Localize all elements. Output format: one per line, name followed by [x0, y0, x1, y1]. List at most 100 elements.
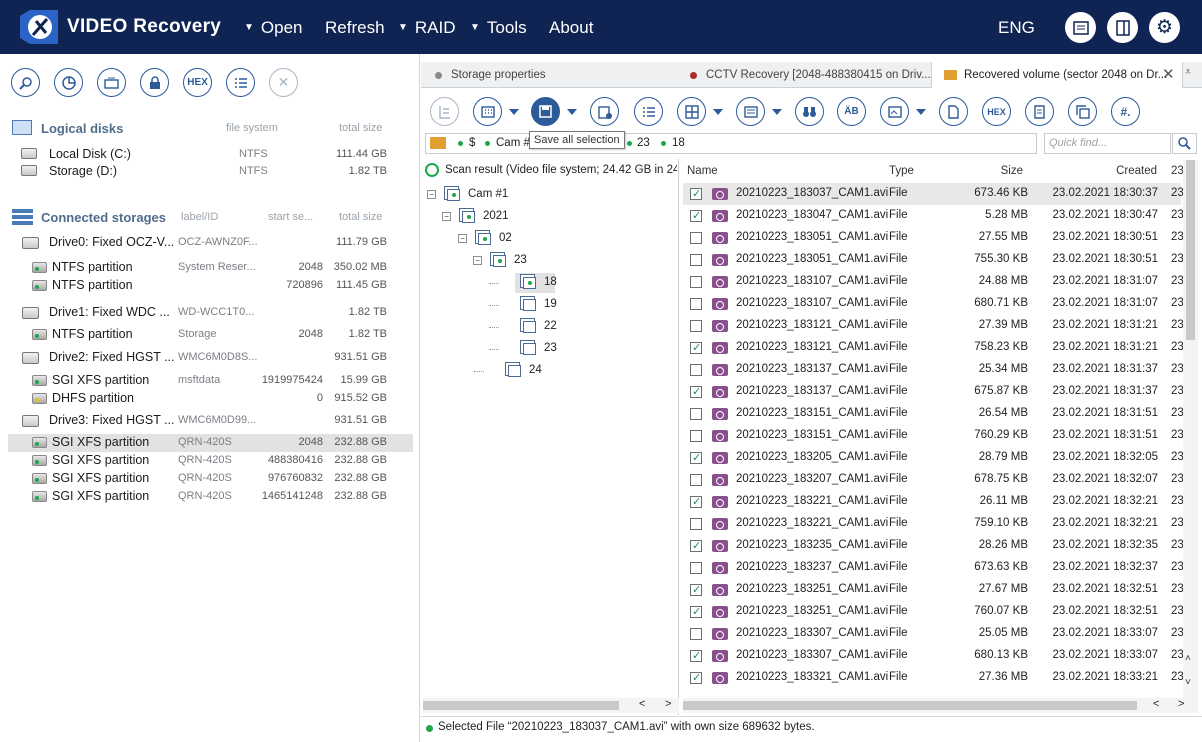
column-name[interactable]: Name	[687, 165, 718, 177]
collapse-icon[interactable]: −	[442, 212, 451, 221]
row-checkbox[interactable]	[690, 495, 702, 508]
row-checkbox[interactable]	[690, 276, 702, 288]
row-checkbox[interactable]	[690, 341, 702, 354]
columns-button[interactable]	[677, 97, 706, 126]
menu-raid[interactable]: ▼ RAID	[398, 18, 456, 38]
column-type[interactable]: Type	[889, 165, 914, 177]
file-row[interactable]: 20210223_183307_CAM1.avi File 25.05 MB 23.0…	[683, 623, 1184, 645]
panel-toggle-button[interactable]	[1107, 12, 1138, 43]
partition-row[interactable]: NTFS partition Storage 2048 1.82 TB	[8, 326, 413, 344]
save-to-button[interactable]	[590, 97, 619, 126]
scroll-thumb[interactable]	[423, 701, 619, 710]
checklist-button[interactable]	[634, 97, 663, 126]
scroll-thumb[interactable]	[1186, 160, 1195, 340]
row-checkbox[interactable]	[690, 385, 702, 398]
scroll-up-icon[interactable]: ˄	[1185, 653, 1191, 664]
file-row[interactable]: 20210223_183121_CAM1.avi File 27.39 MB 23.0…	[683, 315, 1184, 337]
scroll-right-icon[interactable]: >	[665, 698, 671, 710]
close-storage-button[interactable]: ✕	[269, 68, 298, 97]
scroll-left-icon[interactable]: <	[1153, 698, 1159, 710]
close-tab-icon[interactable]: ✕	[1162, 62, 1175, 88]
scan-button[interactable]	[54, 68, 83, 97]
drive-row[interactable]: Drive0: Fixed OCZ-V... OCZ-AWNZ0F... 111.7…	[8, 234, 413, 252]
row-checkbox[interactable]	[690, 364, 702, 376]
file-row[interactable]: 20210223_183047_CAM1.aviFile 5.28 MB 23.02…	[683, 205, 1184, 227]
partition-row[interactable]: NTFS partition 720896 111.45 GB	[8, 277, 413, 295]
language-selector[interactable]: ENG	[998, 18, 1035, 38]
row-checkbox[interactable]	[690, 209, 702, 222]
tree-node[interactable]: − 2021	[421, 207, 677, 227]
up-level-button[interactable]	[430, 97, 459, 126]
row-checkbox[interactable]	[690, 649, 702, 662]
partition-row[interactable]: SGI XFS partition msftdata 1919975424 15.99…	[8, 372, 413, 390]
file-row[interactable]: 20210223_183051_CAM1.avi File 27.55 MB 23.0…	[683, 227, 1184, 249]
row-checkbox[interactable]	[690, 187, 702, 200]
file-row[interactable]: 20210223_183151_CAM1.avi File 26.54 MB 23.0…	[683, 403, 1184, 425]
collapse-icon[interactable]: −	[427, 190, 436, 199]
drive-row[interactable]: Drive1: Fixed WDC ... WD-WCC1T0... 1.82 TB	[8, 304, 413, 322]
list-view-button[interactable]	[736, 97, 765, 126]
menu-about[interactable]: About	[549, 18, 593, 38]
file-row[interactable]: 20210223_183307_CAM1.aviFile 680.13 KB 23.…	[683, 645, 1184, 667]
dropdown-arrow-icon[interactable]	[772, 109, 782, 115]
search-button[interactable]	[11, 68, 40, 97]
file-row[interactable]: 20210223_183221_CAM1.avi File 759.10 KB 23.…	[683, 513, 1184, 535]
copy-button[interactable]	[1068, 97, 1097, 126]
partition-row[interactable]: DHFS partition 0 915.52 GB	[8, 390, 413, 408]
dropdown-arrow-icon[interactable]	[916, 109, 926, 115]
row-checkbox[interactable]	[690, 408, 702, 420]
collapse-icon[interactable]: −	[458, 234, 467, 243]
tab-recovered-volume[interactable]: Recovered volume (sector 2048 on Dr... ✕	[931, 62, 1183, 88]
menu-refresh[interactable]: Refresh	[325, 18, 385, 38]
file-row[interactable]: 20210223_183251_CAM1.aviFile 760.07 KB 23.…	[683, 601, 1184, 623]
collapse-icon[interactable]: −	[473, 256, 482, 265]
tab-storage-properties[interactable]: Storage properties	[421, 62, 676, 88]
menu-open[interactable]: ▼ Open	[244, 18, 303, 38]
partition-row[interactable]: SGI XFS partition QRN-420S 976760832 232.88…	[8, 470, 413, 488]
breadcrumb-item[interactable]: 23	[637, 137, 650, 149]
tab-cctv-recovery[interactable]: CCTV Recovery [2048-488380415 on Driv...	[676, 62, 931, 88]
file-row[interactable]: 20210223_183037_CAM1.aviFile 673.46 KB 23.…	[683, 183, 1184, 205]
preview-button[interactable]	[880, 97, 909, 126]
drive-row[interactable]: Drive2: Fixed HGST ... WMC6M0D8S... 931.51…	[8, 349, 413, 367]
hash-button[interactable]: #.	[1111, 97, 1140, 126]
log-button[interactable]	[1065, 12, 1096, 43]
scroll-right-icon[interactable]: >	[1178, 698, 1184, 710]
row-checkbox[interactable]	[690, 539, 702, 552]
breadcrumb-item[interactable]: $	[469, 137, 475, 149]
tree-node[interactable]: 18	[421, 273, 677, 293]
hex-button[interactable]: HEX	[183, 68, 212, 97]
column-size[interactable]: Size	[983, 165, 1023, 177]
row-checkbox[interactable]	[690, 430, 702, 442]
dropdown-arrow-icon[interactable]	[713, 109, 723, 115]
file-row[interactable]: 20210223_183235_CAM1.aviFile 28.26 MB 23.0…	[683, 535, 1184, 557]
partition-row[interactable]: NTFS partition System Reser... 2048 350.02 …	[8, 259, 413, 277]
logical-disk-row[interactable]: Local Disk (C:) NTFS 111.44 GB	[12, 145, 412, 163]
tree-node[interactable]: 23	[421, 339, 677, 359]
tree-node[interactable]: − 23	[421, 251, 677, 271]
breadcrumb-item[interactable]: 18	[672, 137, 685, 149]
column-created[interactable]: Created	[1105, 165, 1157, 177]
row-checkbox[interactable]	[690, 232, 702, 244]
file-row[interactable]: 20210223_183151_CAM1.avi File 760.29 KB 23.…	[683, 425, 1184, 447]
drive-row[interactable]: Drive3: Fixed HGST ... WMC6M0D99... 931.51…	[8, 412, 413, 430]
image-button[interactable]	[97, 68, 126, 97]
file-row[interactable]: 20210223_183207_CAM1.avi File 678.75 KB 23.…	[683, 469, 1184, 491]
row-checkbox[interactable]	[690, 298, 702, 310]
view-mode-button[interactable]	[473, 97, 502, 126]
find-button[interactable]	[795, 97, 824, 126]
file-row[interactable]: 20210223_183137_CAM1.aviFile 675.87 KB 23.…	[683, 381, 1184, 403]
print-button[interactable]	[1025, 97, 1054, 126]
tree-node[interactable]: 19	[421, 295, 677, 315]
export-button[interactable]	[939, 97, 968, 126]
logical-disk-row[interactable]: Storage (D:) NTFS 1.82 TB	[12, 162, 412, 180]
file-row[interactable]: 20210223_183237_CAM1.avi File 673.63 KB 23.…	[683, 557, 1184, 579]
row-checkbox[interactable]	[690, 671, 702, 684]
row-checkbox[interactable]	[690, 583, 702, 596]
tree-node[interactable]: − Cam #1	[421, 185, 677, 205]
partition-row[interactable]: SGI XFS partition QRN-420S 2048 232.88 GB	[8, 434, 413, 452]
list-horizontal-scrollbar[interactable]: < >	[683, 698, 1198, 713]
tree-node[interactable]: − 02	[421, 229, 677, 249]
dropdown-arrow-icon[interactable]	[509, 109, 519, 115]
file-row[interactable]: 20210223_183221_CAM1.aviFile 26.11 MB 23.0…	[683, 491, 1184, 513]
